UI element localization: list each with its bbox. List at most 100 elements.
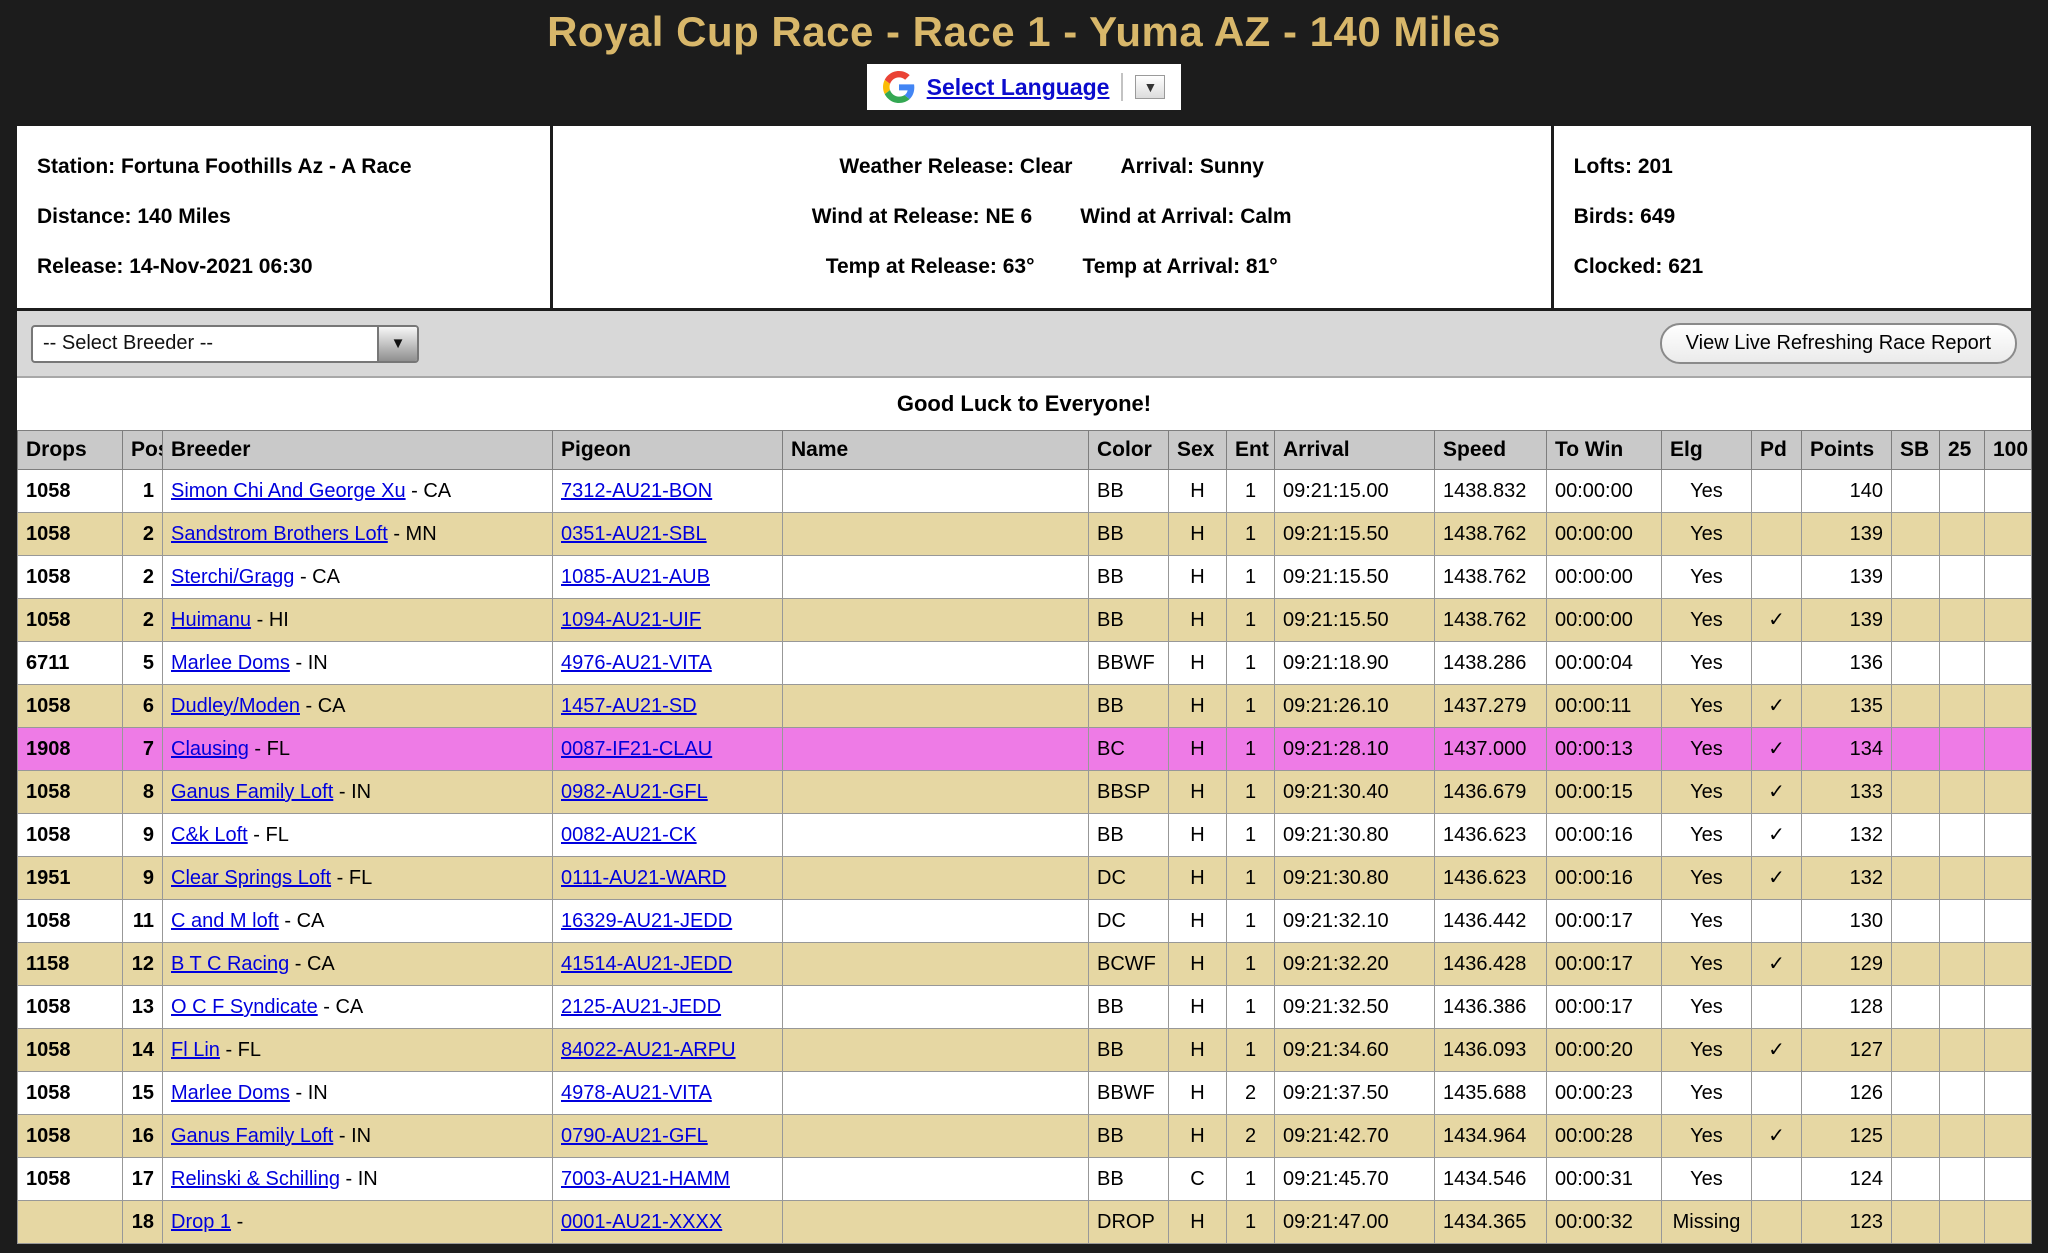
cell-color: BCWF bbox=[1089, 943, 1169, 986]
cell-arrival: 09:21:34.60 bbox=[1275, 1029, 1435, 1072]
view-live-report-button[interactable]: View Live Refreshing Race Report bbox=[1660, 323, 2017, 364]
breeder-link[interactable]: Relinski & Schilling bbox=[171, 1168, 340, 1190]
cell-breeder: Ganus Family Loft - IN bbox=[163, 771, 553, 814]
google-translate-widget[interactable]: Select Language ▼ bbox=[867, 64, 1182, 110]
cell-name bbox=[783, 900, 1089, 943]
pigeon-link[interactable]: 4976-AU21-VITA bbox=[561, 652, 712, 674]
cell-100 bbox=[1985, 470, 2032, 513]
cell-25 bbox=[1940, 1072, 1985, 1115]
cell-ent: 1 bbox=[1227, 470, 1275, 513]
breeder-link[interactable]: Clausing bbox=[171, 738, 249, 760]
cell-breeder: Clear Springs Loft - FL bbox=[163, 857, 553, 900]
table-row: 1058 2 Huimanu - HI 1094-AU21-UIF BB H 1… bbox=[18, 599, 2032, 642]
column-header-pd: Pd bbox=[1752, 431, 1802, 470]
pigeon-link[interactable]: 1094-AU21-UIF bbox=[561, 609, 701, 631]
pigeon-link[interactable]: 0982-AU21-GFL bbox=[561, 781, 708, 803]
cell-breeder: B T C Racing - CA bbox=[163, 943, 553, 986]
table-row: 1058 6 Dudley/Moden - CA 1457-AU21-SD BB… bbox=[18, 685, 2032, 728]
cell-sb bbox=[1892, 642, 1940, 685]
pigeon-link[interactable]: 7312-AU21-BON bbox=[561, 480, 712, 502]
cell-pigeon: 7003-AU21-HAMM bbox=[553, 1158, 783, 1201]
cell-sex: H bbox=[1169, 513, 1227, 556]
cell-arrival: 09:21:30.80 bbox=[1275, 814, 1435, 857]
cell-pd: ✓ bbox=[1752, 771, 1802, 814]
pigeon-link[interactable]: 41514-AU21-JEDD bbox=[561, 953, 732, 975]
breeder-link[interactable]: Clear Springs Loft bbox=[171, 867, 331, 889]
cell-drops: 1058 bbox=[18, 1072, 123, 1115]
cell-pd bbox=[1752, 1072, 1802, 1115]
cell-drops bbox=[18, 1201, 123, 1244]
cell-pd: ✓ bbox=[1752, 1115, 1802, 1158]
cell-name bbox=[783, 814, 1089, 857]
table-row: 1158 12 B T C Racing - CA 41514-AU21-JED… bbox=[18, 943, 2032, 986]
pigeon-link[interactable]: 0082-AU21-CK bbox=[561, 824, 697, 846]
cell-elg: Yes bbox=[1662, 900, 1752, 943]
birds-info: Birds: 649 bbox=[1574, 192, 2031, 242]
breeder-link[interactable]: Dudley/Moden bbox=[171, 695, 300, 717]
cell-arrival: 09:21:32.10 bbox=[1275, 900, 1435, 943]
pigeon-link[interactable]: 4978-AU21-VITA bbox=[561, 1082, 712, 1104]
cell-100 bbox=[1985, 513, 2032, 556]
cell-to-win: 00:00:32 bbox=[1547, 1201, 1662, 1244]
table-row: 1058 16 Ganus Family Loft - IN 0790-AU21… bbox=[18, 1115, 2032, 1158]
breeder-link[interactable]: Ganus Family Loft bbox=[171, 781, 333, 803]
good-luck-banner: Good Luck to Everyone! bbox=[17, 378, 2031, 430]
breeder-link[interactable]: C&k Loft bbox=[171, 824, 248, 846]
column-header-color: Color bbox=[1089, 431, 1169, 470]
pigeon-link[interactable]: 7003-AU21-HAMM bbox=[561, 1168, 730, 1190]
cell-pigeon: 0001-AU21-XXXX bbox=[553, 1201, 783, 1244]
pigeon-link[interactable]: 1457-AU21-SD bbox=[561, 695, 697, 717]
cell-speed: 1437.279 bbox=[1435, 685, 1547, 728]
cell-color: DC bbox=[1089, 857, 1169, 900]
breeder-link[interactable]: Drop 1 bbox=[171, 1211, 231, 1233]
breeder-link[interactable]: Sandstrom Brothers Loft bbox=[171, 523, 388, 545]
cell-pd bbox=[1752, 642, 1802, 685]
cell-100 bbox=[1985, 900, 2032, 943]
breeder-link[interactable]: Fl Lin bbox=[171, 1039, 220, 1061]
cell-elg: Yes bbox=[1662, 986, 1752, 1029]
pigeon-link[interactable]: 2125-AU21-JEDD bbox=[561, 996, 721, 1018]
breeder-link[interactable]: Huimanu bbox=[171, 609, 251, 631]
breeder-link[interactable]: Marlee Doms bbox=[171, 652, 290, 674]
breeder-link[interactable]: B T C Racing bbox=[171, 953, 289, 975]
distance-info: Distance: 140 Miles bbox=[37, 192, 550, 242]
cell-breeder: Marlee Doms - IN bbox=[163, 1072, 553, 1115]
pigeon-link[interactable]: 16329-AU21-JEDD bbox=[561, 910, 732, 932]
cell-sb bbox=[1892, 685, 1940, 728]
cell-drops: 1951 bbox=[18, 857, 123, 900]
cell-breeder: C&k Loft - FL bbox=[163, 814, 553, 857]
cell-breeder: Sterchi/Gragg - CA bbox=[163, 556, 553, 599]
pigeon-link[interactable]: 0087-IF21-CLAU bbox=[561, 738, 712, 760]
pigeon-link[interactable]: 0351-AU21-SBL bbox=[561, 523, 707, 545]
pigeon-link[interactable]: 0790-AU21-GFL bbox=[561, 1125, 708, 1147]
pigeon-link[interactable]: 0111-AU21-WARD bbox=[561, 867, 726, 889]
breeder-link[interactable]: Sterchi/Gragg bbox=[171, 566, 294, 588]
cell-breeder: O C F Syndicate - CA bbox=[163, 986, 553, 1029]
breeder-link[interactable]: O C F Syndicate bbox=[171, 996, 318, 1018]
breeder-link[interactable]: C and M loft bbox=[171, 910, 279, 932]
breeder-select[interactable]: -- Select Breeder -- ▼ bbox=[31, 325, 419, 363]
cell-arrival: 09:21:18.90 bbox=[1275, 642, 1435, 685]
clocked-info: Clocked: 621 bbox=[1574, 242, 2031, 292]
breeder-link[interactable]: Ganus Family Loft bbox=[171, 1125, 333, 1147]
toolbar: -- Select Breeder -- ▼ View Live Refresh… bbox=[17, 311, 2031, 378]
race-results-table: DropsPosBreederPigeonNameColorSexEntArri… bbox=[17, 430, 2032, 1244]
pigeon-link[interactable]: 1085-AU21-AUB bbox=[561, 566, 710, 588]
cell-color: BBWF bbox=[1089, 1072, 1169, 1115]
cell-25 bbox=[1940, 857, 1985, 900]
pigeon-link[interactable]: 0001-AU21-XXXX bbox=[561, 1211, 722, 1233]
cell-drops: 1058 bbox=[18, 814, 123, 857]
pigeon-link[interactable]: 84022-AU21-ARPU bbox=[561, 1039, 736, 1061]
cell-color: BB bbox=[1089, 470, 1169, 513]
cell-to-win: 00:00:28 bbox=[1547, 1115, 1662, 1158]
breeder-link[interactable]: Simon Chi And George Xu bbox=[171, 480, 406, 502]
cell-sb bbox=[1892, 470, 1940, 513]
translate-dropdown-arrow-icon[interactable]: ▼ bbox=[1135, 75, 1165, 99]
cell-pigeon: 0790-AU21-GFL bbox=[553, 1115, 783, 1158]
breeder-link[interactable]: Marlee Doms bbox=[171, 1082, 290, 1104]
cell-sb bbox=[1892, 1158, 1940, 1201]
cell-100 bbox=[1985, 943, 2032, 986]
column-header-points: Points bbox=[1802, 431, 1892, 470]
select-language-link[interactable]: Select Language bbox=[927, 74, 1110, 101]
cell-breeder: Relinski & Schilling - IN bbox=[163, 1158, 553, 1201]
